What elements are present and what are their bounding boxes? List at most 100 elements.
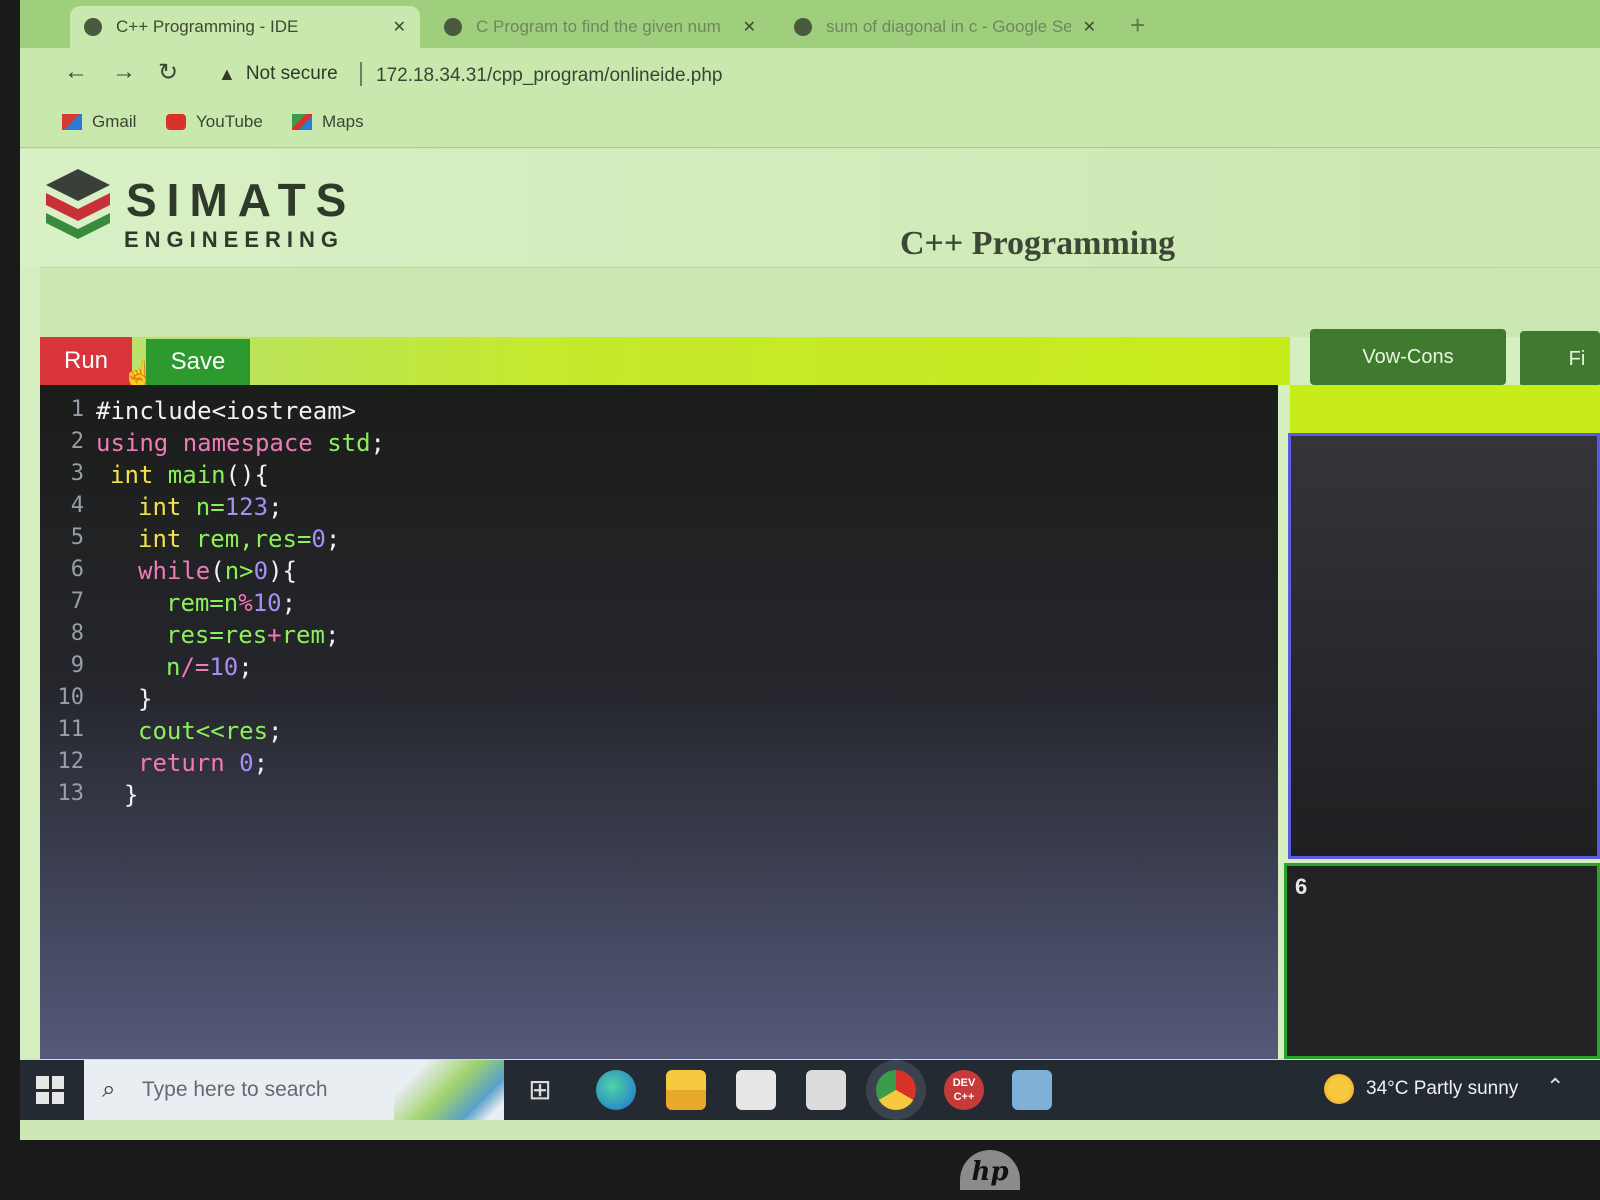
mail-icon[interactable] [806, 1070, 846, 1110]
code-token: ; [281, 589, 297, 617]
code-text: } [124, 781, 138, 809]
maps-icon [292, 114, 312, 130]
code-line: 13} [40, 781, 1278, 813]
line-number: 11 [57, 717, 85, 742]
warning-icon: ▲ [218, 63, 236, 84]
code-token: ; [253, 749, 269, 777]
tab-google-search[interactable]: sum of diagonal in c - Google Se ✕ [780, 6, 1110, 48]
monitor-screen: C++ Programming - IDE ✕ C Program to fin… [20, 0, 1600, 1140]
line-number: 12 [57, 749, 85, 774]
line-number: 10 [57, 685, 85, 710]
bookmark-label: Maps [322, 112, 364, 131]
bookmark-maps[interactable]: Maps [292, 112, 364, 132]
code-token: ; [324, 621, 340, 649]
code-line: 7 rem=n%10; [40, 589, 1278, 621]
forward-arrow-icon[interactable]: → [112, 58, 136, 86]
windows-start-icon[interactable] [36, 1076, 64, 1104]
code-token: % [238, 589, 253, 617]
ide-page: SIMATS ENGINEERING C++ Programming Run S… [20, 149, 1600, 1059]
line-number: 1 [70, 397, 84, 422]
line-number: 2 [70, 429, 84, 454]
chevron-up-icon[interactable]: ⌃ [1546, 1074, 1564, 1100]
code-token: n> [224, 557, 254, 585]
run-button[interactable]: Run [40, 337, 132, 385]
code-token: + [267, 621, 282, 649]
code-token: ( [210, 557, 225, 585]
code-token: using namespace [96, 429, 328, 457]
search-highlight-image [394, 1060, 504, 1120]
google-icon [794, 18, 812, 36]
code-editor[interactable]: 1 #include<iostream> 2 using namespace std;… [40, 385, 1278, 1059]
code-line: 8 res=res+rem; [40, 621, 1278, 653]
code-line: 1 #include<iostream> [40, 397, 1278, 429]
code-text: while(n>0){ [138, 557, 297, 585]
code-line: 5 int rem,res=0; [40, 525, 1278, 557]
hp-logo: hp [960, 1150, 1020, 1190]
code-line: 4 int n=123; [40, 493, 1278, 525]
code-token: ; [268, 493, 283, 521]
code-token: res=res [166, 621, 268, 649]
code-text: int rem,res=0; [138, 525, 340, 553]
code-line: 3 int main(){ [40, 461, 1278, 493]
code-token: ; [370, 429, 385, 457]
app-window-icon[interactable] [1012, 1070, 1052, 1110]
taskbar-search[interactable]: ⌕ Type here to search [84, 1060, 504, 1120]
file-explorer-icon[interactable] [666, 1070, 706, 1110]
line-number: 13 [57, 781, 85, 806]
code-token: rem,res= [195, 525, 312, 553]
youtube-icon [166, 114, 186, 130]
url-field[interactable]: 172.18.34.31/cpp_program/onlineide.php [376, 65, 723, 87]
code-token: #include<iostream> [96, 397, 357, 425]
input-panel[interactable] [1288, 433, 1600, 859]
code-line: 9 n/=10; [40, 653, 1278, 685]
code-text: rem=n%10; [166, 589, 296, 617]
code-token: while [138, 557, 211, 585]
bookmark-label: Gmail [92, 112, 137, 131]
bookmark-label: YouTube [196, 112, 263, 131]
page-title: C++ Programming [900, 225, 1176, 262]
code-token: n [166, 653, 181, 681]
weather-text: 34°C Partly sunny [1366, 1078, 1519, 1099]
f-button[interactable]: Fi [1520, 331, 1600, 387]
weather-widget[interactable]: 34°C Partly sunny [1324, 1074, 1518, 1104]
back-arrow-icon[interactable]: ← [64, 58, 88, 86]
code-token: ; [268, 717, 283, 745]
close-icon[interactable]: ✕ [1083, 17, 1096, 37]
new-tab-button[interactable]: + [1130, 10, 1145, 41]
code-token: main [167, 461, 226, 489]
code-line: 11 cout<<res; [40, 717, 1278, 749]
edge-icon[interactable] [596, 1070, 636, 1110]
search-placeholder: Type here to search [142, 1078, 328, 1101]
code-token: 0 [239, 749, 254, 777]
close-icon[interactable]: ✕ [743, 17, 756, 37]
bookmark-youtube[interactable]: YouTube [166, 112, 263, 132]
vow-cons-button[interactable]: Vow-Cons [1310, 329, 1506, 385]
code-token: 10 [252, 589, 282, 617]
line-number: 7 [70, 589, 84, 614]
partly-sunny-icon [1324, 1074, 1354, 1104]
code-text: return 0; [138, 749, 268, 777]
line-number: 6 [70, 557, 84, 582]
output-text: 6 [1295, 874, 1308, 899]
security-indicator[interactable]: ▲ Not secure [218, 63, 338, 85]
store-icon[interactable] [736, 1070, 776, 1110]
tab-c-program[interactable]: C Program to find the given num ✕ [430, 6, 770, 48]
address-bar-row: ← → ↻ ▲ Not secure 172.18.34.31/cpp_prog… [20, 48, 1600, 100]
reload-icon[interactable]: ↻ [158, 58, 178, 87]
tab-cpp-ide[interactable]: C++ Programming - IDE ✕ [70, 6, 420, 48]
line-number: 5 [70, 525, 84, 550]
code-text: int main(){ [110, 461, 269, 489]
taskbar: ⌕ Type here to search ⊞ DEV C++ 34°C Par… [20, 1060, 1600, 1120]
close-icon[interactable]: ✕ [393, 17, 406, 37]
dev-cpp-icon[interactable]: DEV C++ [944, 1070, 984, 1110]
save-button[interactable]: Save [146, 339, 250, 385]
chrome-icon[interactable] [876, 1070, 916, 1110]
code-token: ){ [268, 557, 297, 585]
bookmark-gmail[interactable]: Gmail [62, 112, 136, 132]
code-token: int [138, 525, 196, 553]
url-divider [360, 62, 362, 86]
toolbar-band [1290, 385, 1600, 433]
code-token: ; [325, 525, 341, 553]
task-view-icon[interactable]: ⊞ [520, 1070, 560, 1110]
code-text: res=res+rem; [166, 621, 339, 649]
